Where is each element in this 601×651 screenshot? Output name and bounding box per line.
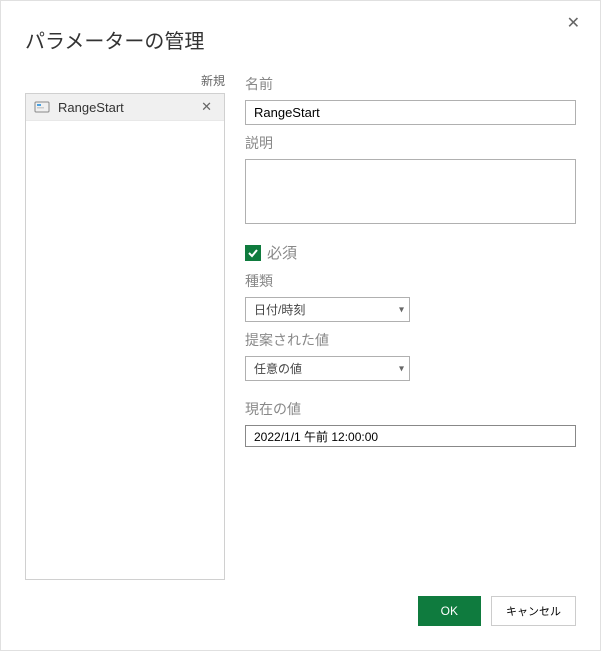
dialog-title: パラメーターの管理 <box>25 25 576 54</box>
checkmark-icon <box>247 247 259 259</box>
description-input[interactable] <box>245 159 576 224</box>
suggested-label: 提案された値 <box>245 330 576 350</box>
dialog-footer: OK キャンセル <box>25 596 576 630</box>
close-icon: ✕ <box>567 15 580 32</box>
cancel-button[interactable]: キャンセル <box>491 596 576 626</box>
name-input[interactable] <box>245 100 576 125</box>
current-value-input[interactable] <box>245 425 576 447</box>
right-panel: 名前 説明 必須 種類 日付/時刻 ▾ 提案された値 任意の値 ▾ <box>245 72 576 580</box>
type-select[interactable]: 日付/時刻 <box>245 297 410 322</box>
required-row: 必須 <box>245 242 576 263</box>
parameter-icon <box>34 99 50 115</box>
left-panel: 新規 RangeStart ✕ <box>25 72 225 580</box>
required-checkbox[interactable] <box>245 245 261 261</box>
type-select-wrap: 日付/時刻 ▾ <box>245 297 410 322</box>
name-label: 名前 <box>245 74 576 94</box>
description-label: 説明 <box>245 133 576 153</box>
new-parameter-link[interactable]: 新規 <box>25 72 225 89</box>
parameter-name: RangeStart <box>58 100 197 115</box>
current-value-label: 現在の値 <box>245 399 576 419</box>
required-label: 必須 <box>267 242 297 263</box>
dialog-content: 新規 RangeStart ✕ <box>25 72 576 580</box>
manage-parameters-dialog: ✕ パラメーターの管理 新規 RangeStart ✕ <box>1 1 600 650</box>
delete-parameter-button[interactable]: ✕ <box>197 99 216 115</box>
suggested-select[interactable]: 任意の値 <box>245 356 410 381</box>
type-label: 種類 <box>245 271 576 291</box>
close-icon: ✕ <box>201 99 212 114</box>
parameter-item[interactable]: RangeStart ✕ <box>26 94 224 121</box>
ok-button[interactable]: OK <box>418 596 481 626</box>
close-button[interactable]: ✕ <box>559 9 588 37</box>
parameter-list: RangeStart ✕ <box>25 93 225 580</box>
suggested-select-wrap: 任意の値 ▾ <box>245 356 410 381</box>
